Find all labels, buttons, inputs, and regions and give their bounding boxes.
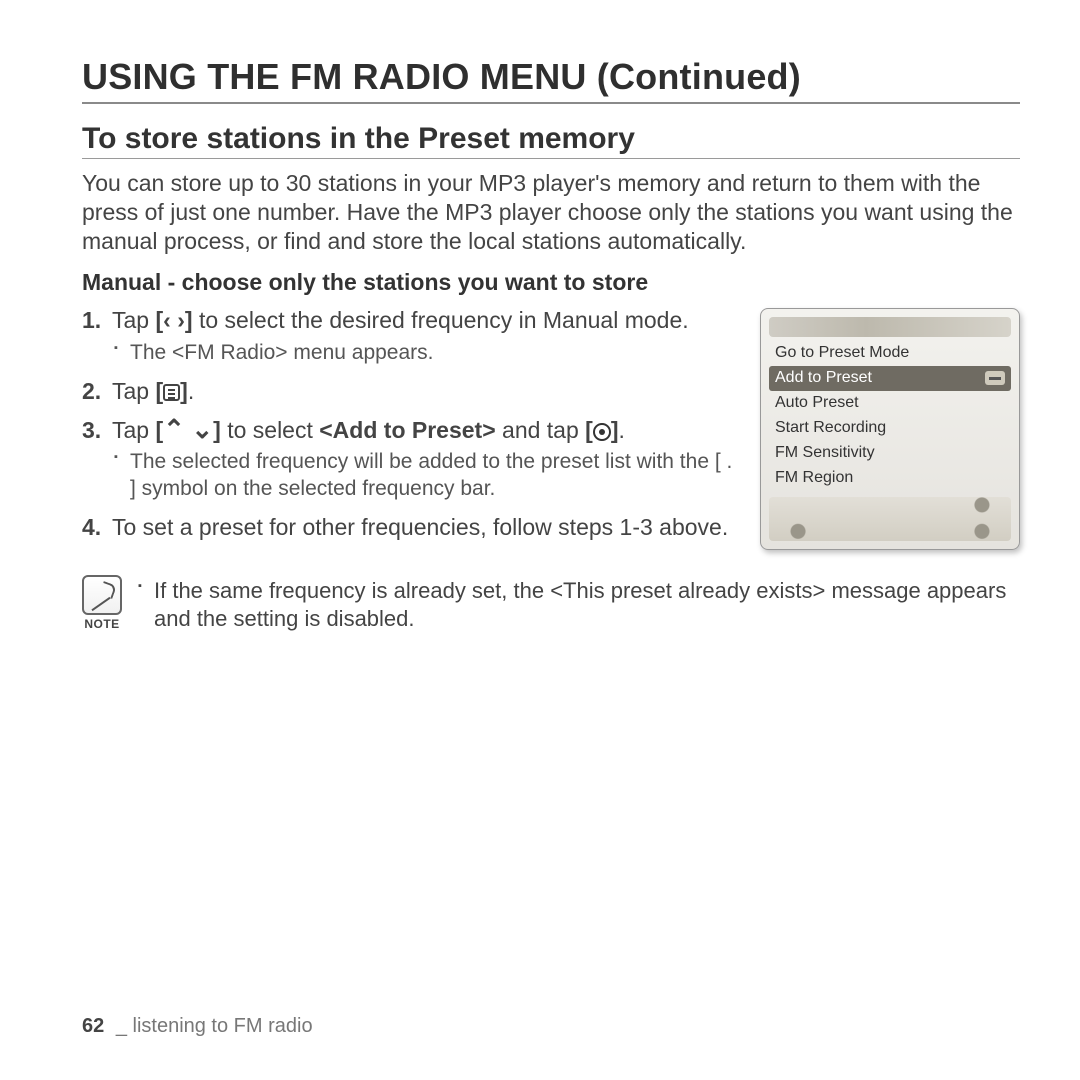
step-4: 4. To set a preset for other frequencies… — [82, 513, 738, 542]
chapter-name: listening to FM radio — [133, 1015, 313, 1037]
left-arrow-icon: ‹ — [163, 307, 171, 333]
device-menu-item: Start Recording — [769, 416, 1011, 441]
right-arrow-icon: › — [177, 307, 185, 333]
note-text: If the same frequency is already set, th… — [136, 577, 1020, 634]
device-menu-list: Go to Preset Mode Add to Preset Auto Pre… — [769, 341, 1011, 491]
device-header-graphic — [769, 317, 1011, 337]
step-2: 2. Tap []. — [82, 377, 738, 406]
note-label: NOTE — [82, 617, 122, 631]
steps-list: 1. Tap [‹ ›] to select the desired frequ… — [82, 306, 738, 542]
preset-add-icon — [985, 371, 1005, 385]
up-arrow-icon: ⌃ — [163, 414, 185, 444]
page-number: 62 — [82, 1015, 104, 1037]
method-title: Manual - choose only the stations you wa… — [82, 269, 1020, 296]
device-footer-graphic — [769, 497, 1011, 541]
intro-paragraph: You can store up to 30 stations in your … — [82, 169, 1020, 255]
note-block: NOTE If the same frequency is already se… — [82, 575, 1020, 634]
note-icon — [82, 575, 122, 615]
step-3: 3. Tap [⌃ ⌄] to select <Add to Preset> a… — [82, 416, 738, 503]
step-3-sub: The selected frequency will be added to … — [112, 449, 738, 503]
device-menu-item-selected: Add to Preset — [769, 366, 1011, 391]
device-menu-item: FM Sensitivity — [769, 441, 1011, 466]
menu-icon — [163, 384, 180, 401]
down-arrow-icon: ⌄ — [191, 414, 213, 444]
device-screenshot: Go to Preset Mode Add to Preset Auto Pre… — [760, 308, 1020, 550]
page-title: USING THE FM RADIO MENU (Continued) — [82, 56, 1020, 104]
device-menu-item: Go to Preset Mode — [769, 341, 1011, 366]
section-title: To store stations in the Preset memory — [82, 122, 1020, 159]
step-1: 1. Tap [‹ ›] to select the desired frequ… — [82, 306, 738, 366]
select-icon — [593, 423, 611, 441]
device-menu-item: Auto Preset — [769, 391, 1011, 416]
device-menu-item: FM Region — [769, 466, 1011, 491]
page-footer: 62 _ listening to FM radio — [82, 1015, 313, 1038]
step-1-sub: The <FM Radio> menu appears. — [112, 340, 738, 367]
